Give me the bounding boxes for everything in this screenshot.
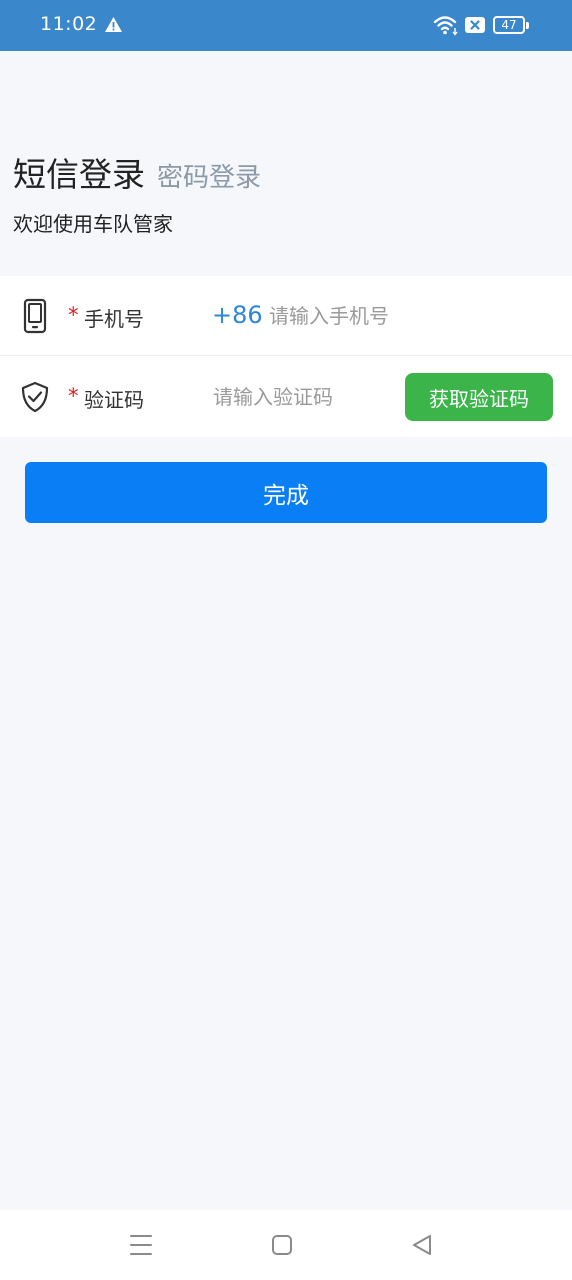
phone-label: 手机号 <box>84 307 144 331</box>
tab-sms-login[interactable]: 短信登录 <box>13 155 145 194</box>
phone-row: * 手机号 +86 <box>0 276 572 356</box>
tab-password-login[interactable]: 密码登录 <box>157 163 261 193</box>
status-time: 11:02 <box>40 13 98 35</box>
menu-icon[interactable] <box>127 1231 155 1259</box>
warning-icon <box>105 17 122 32</box>
shield-check-icon <box>21 381 49 413</box>
sim-icon <box>465 17 485 33</box>
phone-input[interactable] <box>269 298 559 334</box>
required-mark: * <box>68 384 79 408</box>
submit-button[interactable]: 完成 <box>25 462 547 523</box>
battery-icon: 47 <box>493 16 529 34</box>
get-code-button[interactable]: 获取验证码 <box>405 373 553 421</box>
status-bar: 11:02 47 <box>0 0 572 51</box>
home-icon[interactable] <box>268 1231 296 1259</box>
code-row: * 验证码 获取验证码 <box>0 357 572 437</box>
country-code: +86 <box>212 301 263 329</box>
welcome-text: 欢迎使用车队管家 <box>13 212 173 236</box>
code-label: 验证码 <box>84 388 144 412</box>
code-input[interactable] <box>213 379 393 415</box>
navigation-bar <box>0 1210 572 1280</box>
login-tabs: 短信登录 密码登录 <box>13 148 261 196</box>
required-mark: * <box>68 303 79 327</box>
login-form: * 手机号 +86 * 验证码 获取验证码 <box>0 276 572 437</box>
phone-icon <box>23 298 47 334</box>
back-icon[interactable] <box>408 1231 436 1259</box>
wifi-icon <box>433 16 458 36</box>
